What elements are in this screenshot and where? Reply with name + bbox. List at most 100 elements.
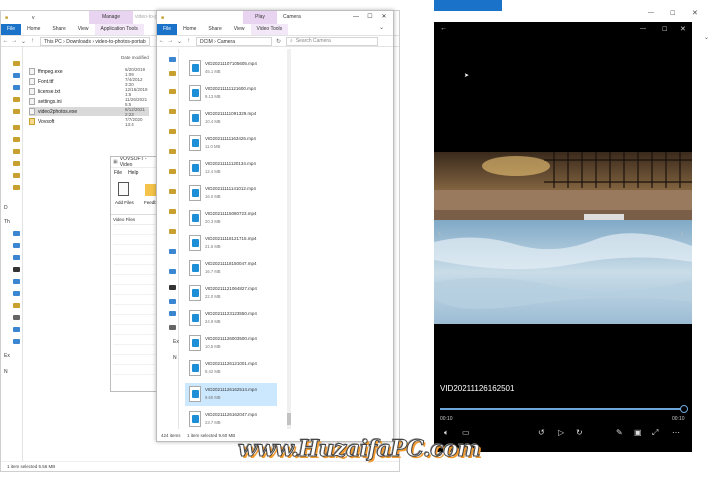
folder-icon[interactable] xyxy=(169,189,176,194)
folder-icon[interactable] xyxy=(13,173,20,178)
chevron-down-icon[interactable]: ⌄ xyxy=(175,38,184,45)
breadcrumb[interactable]: DCIM › Camera xyxy=(196,36,272,46)
video-file-item[interactable]: VID20211126003500.mp4 10.5 MB xyxy=(185,332,277,355)
drive-icon[interactable] xyxy=(13,279,20,284)
folder-icon[interactable] xyxy=(13,137,20,142)
folder-icon[interactable] xyxy=(169,149,176,154)
tab-home[interactable]: Home xyxy=(177,24,202,35)
video-file-item[interactable]: VID20211126121001.mp4 9.42 MB xyxy=(185,357,277,380)
folder-icon[interactable] xyxy=(13,303,20,308)
up-icon[interactable]: ↑ xyxy=(184,38,193,44)
nav-item-d[interactable]: D xyxy=(4,205,8,211)
drive-icon[interactable] xyxy=(169,285,176,290)
drive-icon[interactable] xyxy=(13,231,20,236)
drive-icon[interactable] xyxy=(169,311,176,316)
menu-help[interactable]: Help xyxy=(128,170,138,176)
forward-icon[interactable]: → xyxy=(10,38,19,44)
seek-bar-thumb[interactable] xyxy=(680,405,688,413)
rewind-10-icon[interactable]: ↺ xyxy=(538,428,545,437)
video-file-item[interactable]: VID20211118150047.mp4 16.7 MB xyxy=(185,257,277,280)
forward-icon[interactable]: → xyxy=(166,38,175,44)
video-frame[interactable] xyxy=(434,152,692,324)
folder-icon[interactable] xyxy=(169,89,176,94)
file-row-selected[interactable]: video2photos.exe 8/12/2021 2:23 xyxy=(29,107,149,117)
pc-icon[interactable] xyxy=(13,73,20,78)
ribbon-context-play[interactable]: Play xyxy=(243,11,277,24)
close-icon[interactable]: ✕ xyxy=(377,11,391,24)
video-file-item[interactable]: VID20211111120134.mp4 12.4 MB xyxy=(185,157,277,180)
video-file-item[interactable]: VID20211107105605.mp4 45.1 MB xyxy=(185,57,277,80)
drive-icon[interactable] xyxy=(13,255,20,260)
folder-icon[interactable] xyxy=(169,129,176,134)
file-row[interactable]: Vovsoft 7/7/2020 13:4 xyxy=(29,117,149,127)
nav-item-network[interactable]: N xyxy=(173,355,177,361)
back-icon[interactable]: ← xyxy=(157,38,166,44)
menu-file[interactable]: File xyxy=(114,170,122,176)
nav-item-this-pc[interactable]: Th xyxy=(4,219,10,225)
more-options-icon[interactable]: ⋯ xyxy=(672,428,680,437)
column-header-date[interactable]: Date modified xyxy=(121,55,149,60)
add-files-button[interactable]: Add Files xyxy=(115,180,134,212)
chevron-down-icon[interactable]: ⌄ xyxy=(704,34,709,41)
back-icon[interactable]: ← xyxy=(1,38,10,44)
maximize-icon[interactable]: ☐ xyxy=(662,26,667,33)
folder-icon[interactable] xyxy=(169,169,176,174)
ribbon-context-manage[interactable]: Manage xyxy=(89,11,133,24)
play-icon[interactable]: ▷ xyxy=(558,428,564,437)
video-file-item[interactable]: VID20211121064827.mp4 22.0 MB xyxy=(185,282,277,305)
video-file-item[interactable]: VID20211115080723.mp4 20.3 MB xyxy=(185,207,277,230)
edit-pen-icon[interactable]: ✎ xyxy=(616,428,623,437)
file-row[interactable]: license.txt 12/16/2019 1:5 xyxy=(29,87,149,97)
minimize-icon[interactable]: — xyxy=(640,26,646,32)
video-file-item-selected[interactable]: VID20211126162514.mp4 9.60 MB xyxy=(185,383,277,406)
drive-icon[interactable] xyxy=(13,327,20,332)
folder-icon[interactable] xyxy=(169,71,176,76)
forward-30-icon[interactable]: ↻ xyxy=(576,428,583,437)
back-icon[interactable]: ← xyxy=(440,25,447,32)
tab-view[interactable]: View xyxy=(72,24,95,35)
folder-icon[interactable] xyxy=(13,149,20,154)
nav-item-network[interactable]: N xyxy=(4,369,8,375)
chevron-down-icon[interactable]: ⌄ xyxy=(19,38,28,45)
minimize-icon[interactable]: — xyxy=(349,11,363,24)
folder-icon[interactable] xyxy=(169,209,176,214)
tab-video-tools[interactable]: Video Tools xyxy=(250,24,289,35)
refresh-icon[interactable]: ↻ xyxy=(274,38,283,45)
tab-share[interactable]: Share xyxy=(202,24,227,35)
folder-icon[interactable] xyxy=(13,125,20,130)
tab-home[interactable]: Home xyxy=(21,24,46,35)
chevron-down-icon[interactable]: ⌄ xyxy=(379,24,384,31)
download-icon[interactable] xyxy=(13,85,20,90)
breadcrumb[interactable]: This PC › Downloads › video-to-photos-po… xyxy=(40,36,150,46)
video-file-item[interactable]: VID20211126162047.mp4 23.7 MB xyxy=(185,408,277,431)
drive-icon[interactable] xyxy=(169,57,176,62)
video-file-item[interactable]: VID20211111163426.mp4 11.0 MB xyxy=(185,132,277,155)
folder-icon[interactable] xyxy=(13,97,20,102)
fullscreen-icon[interactable]: ⤢ xyxy=(652,428,658,438)
scrollbar[interactable] xyxy=(287,49,291,429)
folder-icon[interactable] xyxy=(13,161,20,166)
drive-icon[interactable] xyxy=(13,291,20,296)
video-file-item[interactable]: VID20211111091329.mp4 10.4 MB xyxy=(185,107,277,130)
folder-icon[interactable] xyxy=(13,185,20,190)
drive-icon[interactable] xyxy=(169,269,176,274)
video-file-item[interactable]: VID20211111141012.mp4 16.0 MB xyxy=(185,182,277,205)
file-row[interactable]: ffmpeg.exe 6/20/2019 1:09 xyxy=(29,67,149,77)
nav-item-ex[interactable]: Ex xyxy=(4,353,10,359)
tab-file[interactable]: File xyxy=(1,24,22,35)
video-file-item[interactable]: VID20211123123550.mp4 24.9 MB xyxy=(185,307,277,330)
drive-icon[interactable] xyxy=(13,267,20,272)
seek-bar[interactable] xyxy=(440,405,688,413)
previous-arrow-icon[interactable]: ‹ xyxy=(438,228,441,239)
file-row[interactable]: Font.ttf 7/4/2012 3:20 xyxy=(29,77,149,87)
folder-icon[interactable] xyxy=(13,61,20,66)
nav-item-ex[interactable]: Ex xyxy=(173,339,179,345)
video-file-item[interactable]: VID20211111121600.mp4 9.13 MB xyxy=(185,82,277,105)
folder-icon[interactable] xyxy=(169,109,176,114)
next-arrow-icon[interactable]: › xyxy=(680,228,683,239)
up-icon[interactable]: ↑ xyxy=(28,38,37,44)
tab-share[interactable]: Share xyxy=(46,24,71,35)
close-icon[interactable]: ✕ xyxy=(692,9,698,17)
drive-icon[interactable] xyxy=(13,243,20,248)
folder-icon[interactable] xyxy=(169,229,176,234)
